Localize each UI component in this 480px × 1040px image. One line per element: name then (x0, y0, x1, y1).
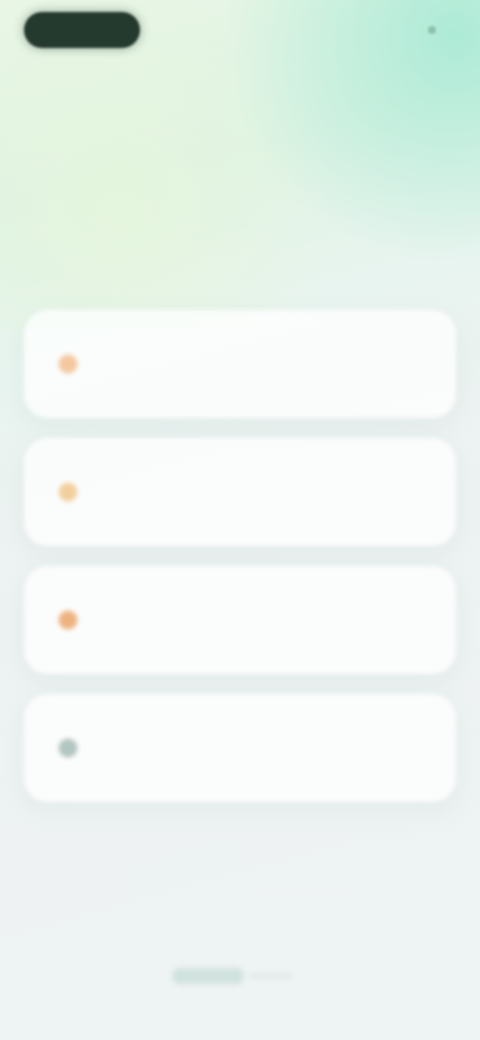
header-pill[interactable] (24, 12, 140, 48)
answer-option[interactable] (24, 310, 456, 418)
status-dot-icon (428, 26, 436, 34)
answer-options (24, 310, 456, 822)
bottom-progress-indicator (172, 968, 244, 984)
dot-icon (58, 738, 78, 758)
top-right-status (428, 18, 444, 42)
answer-option[interactable] (24, 694, 456, 802)
spark-icon (58, 482, 78, 502)
answer-option[interactable] (24, 438, 456, 546)
flame-icon (58, 610, 78, 630)
question-screen (0, 0, 480, 1040)
star-icon (58, 354, 78, 374)
answer-option[interactable] (24, 566, 456, 674)
bottom-progress-track (248, 973, 292, 979)
